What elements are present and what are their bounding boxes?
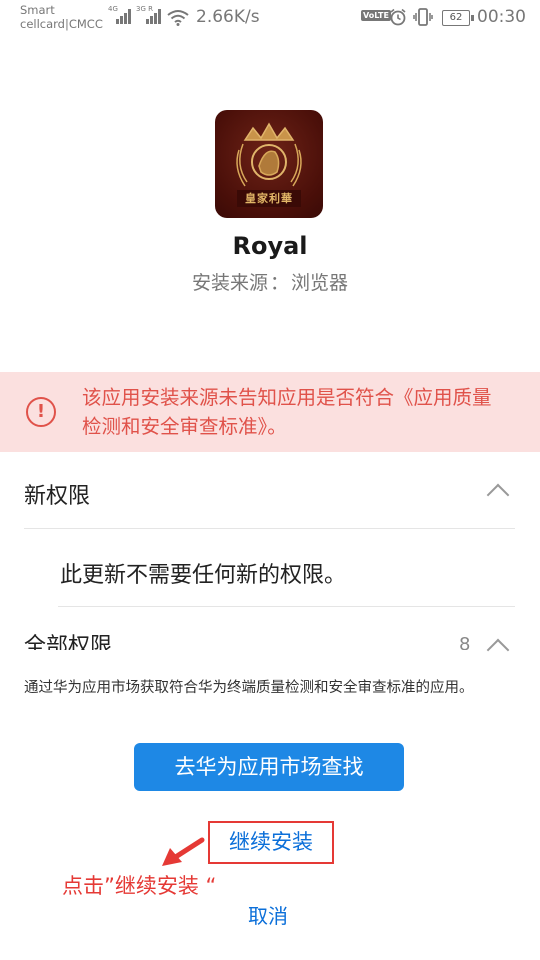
divider <box>58 606 515 607</box>
app-icon-label: 皇家利華 <box>245 192 293 205</box>
install-source-label: 安装来源 <box>191 272 268 294</box>
continue-install-button[interactable]: 继续安装 <box>208 821 334 864</box>
carrier-line2: cellcard|CMCC <box>20 17 103 31</box>
market-info-text: 通过华为应用市场获取符合华为终端质量检测和安全审查标准的应用。 <box>24 680 474 696</box>
warning-text: 该应用安装来源未告知应用是否符合《应用质量检测和安全审查标准》。 <box>82 386 492 438</box>
chevron-up-icon[interactable] <box>486 483 510 507</box>
install-source-value: 浏览器 <box>291 272 349 294</box>
exclamation-circle-icon: ! <box>26 397 56 427</box>
clock: 00:30 <box>477 7 526 27</box>
status-bar: Smart cellcard|CMCC 4G 3G R 2.66K/s VoLT… <box>0 0 540 36</box>
huawei-market-button[interactable]: 去华为应用市场查找 <box>134 743 404 791</box>
chevron-up-icon[interactable] <box>486 638 510 662</box>
app-icon: 皇家利華 <box>215 110 323 218</box>
all-permissions-title[interactable]: 全部权限 <box>24 628 112 650</box>
install-source: 安装来源：浏览器 <box>0 268 540 295</box>
network-speed: 2.66K/s <box>196 7 260 27</box>
carrier-line1: Smart <box>20 3 55 17</box>
warning-banner: ! 该应用安装来源未告知应用是否符合《应用质量检测和安全审查标准》。 <box>0 372 540 452</box>
battery-icon: 62 <box>442 10 474 26</box>
wifi-icon <box>167 10 189 26</box>
alarm-icon <box>390 8 406 26</box>
annotation-text: 点击”继续安装 “ <box>62 874 217 898</box>
app-name: Royal <box>232 232 308 260</box>
install-source-separator: ： <box>269 272 289 294</box>
cancel-button-label[interactable]: 取消 <box>248 904 288 928</box>
vibrate-icon <box>413 8 433 26</box>
cancel-button[interactable]: 取消 <box>0 900 540 929</box>
sim1-tag: 4G <box>108 5 118 13</box>
new-permissions-text: 此更新不需要任何新的权限。 <box>60 563 347 588</box>
new-permissions-title[interactable]: 新权限 <box>24 478 90 510</box>
signal-sim1-icon: 4G <box>108 5 131 28</box>
sim2-tag: 3G R <box>136 5 153 13</box>
divider <box>24 528 515 529</box>
carrier-label: Smart cellcard|CMCC <box>20 3 103 31</box>
volte-icon: VoLTE <box>361 10 391 21</box>
all-permissions-count: 8 <box>459 634 471 650</box>
red-arrow-icon <box>162 837 205 866</box>
signal-sim2-icon: 3G R <box>136 5 161 28</box>
